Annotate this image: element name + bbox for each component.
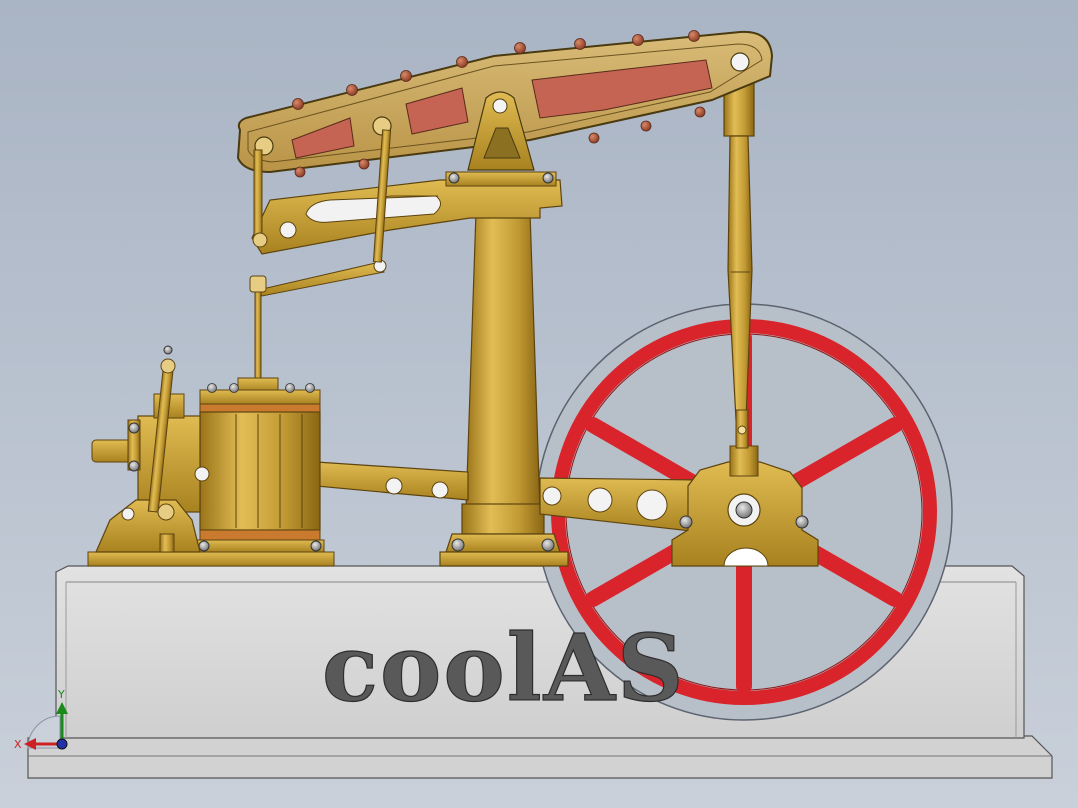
base-engraved-text: coolAS <box>322 614 686 722</box>
steam-engine-model: coolAS Y X <box>14 30 1053 779</box>
valve-chest[interactable] <box>91 345 210 553</box>
cad-viewport[interactable]: coolAS Y X <box>0 0 1078 808</box>
y-axis-label: Y <box>57 688 65 701</box>
x-axis-label: X <box>14 738 22 751</box>
walking-beam[interactable] <box>236 30 774 178</box>
axis-triad: Y X <box>14 688 68 751</box>
